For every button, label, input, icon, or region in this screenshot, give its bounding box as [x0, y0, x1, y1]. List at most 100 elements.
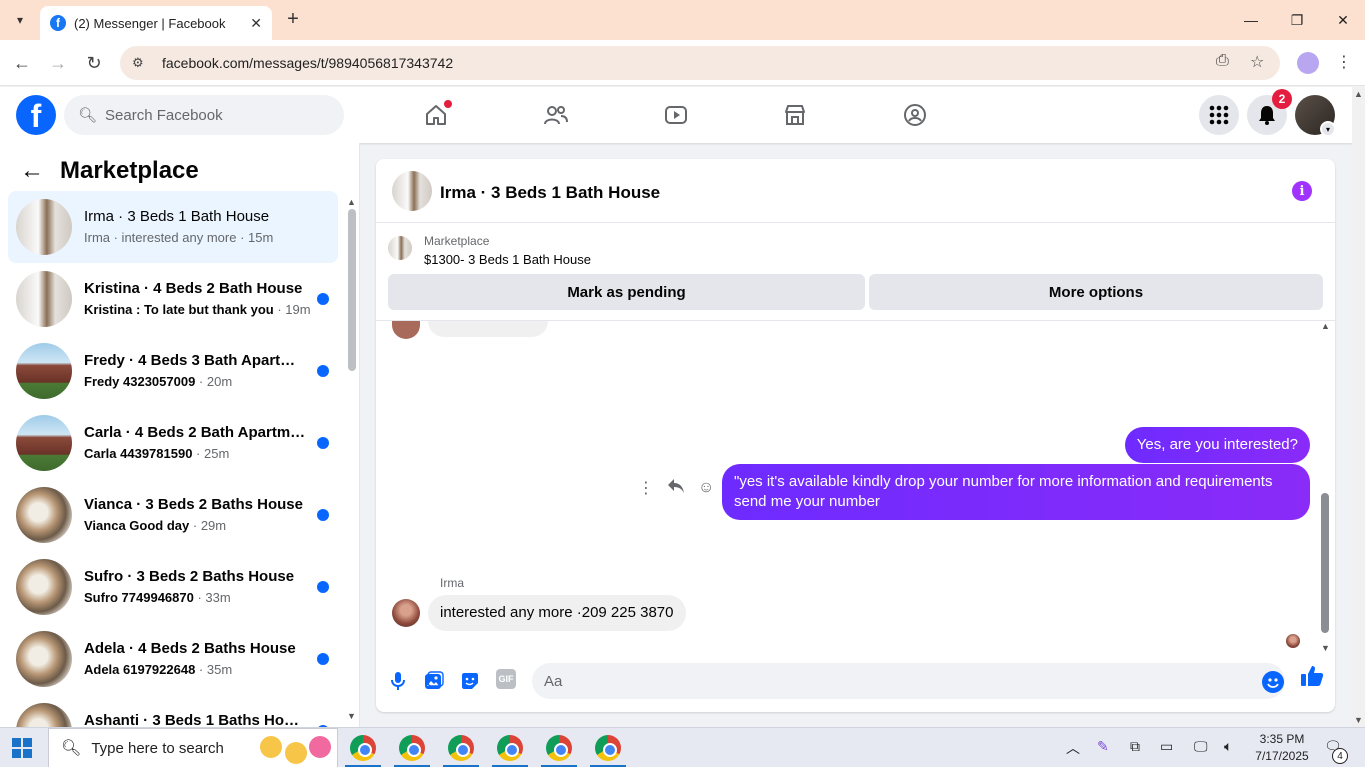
marketplace-sidebar: ← Marketplace Irma · 3 Beds 1 Bath House…	[0, 143, 360, 727]
site-info-icon[interactable]: ⚙	[132, 55, 150, 71]
unread-dot	[317, 653, 329, 665]
chat-title[interactable]: Irma · 3 Beds 1 Bath House	[440, 183, 660, 203]
microphone-icon[interactable]	[386, 669, 410, 693]
scrollbar-thumb[interactable]	[348, 209, 356, 371]
taskbar-clock[interactable]: 3:35 PM 7/17/2025	[1250, 731, 1314, 765]
browser-tab[interactable]: f (2) Messenger | Facebook ✕	[40, 6, 272, 40]
listing-thumbnail[interactable]	[388, 236, 412, 260]
chevron-down-icon[interactable]: ▾	[1320, 121, 1336, 137]
chrome-app-icon[interactable]	[448, 735, 474, 761]
browser-menu-icon[interactable]: ⋮	[1336, 52, 1352, 72]
scroll-up-arrow-icon[interactable]: ▲	[1354, 89, 1363, 99]
bookmark-star-icon[interactable]: ☆	[1250, 52, 1264, 72]
sidebar-scrollbar[interactable]: ▲ ▼	[346, 197, 356, 721]
meet-now-icon[interactable]: ⧉	[1130, 738, 1140, 755]
emoji-face-icon[interactable]	[309, 736, 331, 758]
scroll-down-arrow-icon[interactable]: ▼	[347, 711, 356, 721]
message-input[interactable]	[532, 663, 1285, 699]
restore-button[interactable]: ❐	[1274, 0, 1320, 40]
scrollbar-thumb[interactable]	[1321, 493, 1329, 633]
conversation-item[interactable]: Irma · 3 Beds 1 Bath House Irma · interes…	[8, 191, 338, 263]
forward-arrow-icon[interactable]: →	[46, 51, 70, 75]
mark-as-pending-button[interactable]: Mark as pending	[388, 274, 865, 310]
marketplace-icon[interactable]	[781, 101, 809, 129]
listing-title[interactable]: $1300- 3 Beds 1 Bath House	[424, 252, 591, 267]
reply-icon[interactable]	[668, 478, 684, 498]
conversation-preview-line: Adela 6197922648 · 35m	[84, 662, 314, 677]
facebook-logo-icon[interactable]: f	[16, 95, 56, 135]
chat-listing-avatar[interactable]	[392, 171, 432, 211]
volume-icon[interactable]: 🔈︎	[1224, 738, 1232, 755]
friends-icon[interactable]	[542, 101, 570, 129]
chrome-app-icon[interactable]	[546, 735, 572, 761]
menu-grid-button[interactable]	[1199, 95, 1239, 135]
conversation-item[interactable]: Carla · 4 Beds 2 Bath Apartme... Carla 44…	[8, 407, 338, 479]
scroll-up-arrow-icon[interactable]: ▲	[347, 197, 356, 207]
network-icon[interactable]: 🖵︎	[1194, 738, 1208, 755]
more-options-button[interactable]: More options	[869, 274, 1323, 310]
windows-start-icon[interactable]	[12, 738, 32, 758]
groups-icon[interactable]	[901, 101, 929, 129]
separator-dot: ·	[273, 302, 286, 317]
browser-tab-strip: ▾ f (2) Messenger | Facebook ✕ + — ❐ ✕	[0, 0, 1365, 40]
conversation-name: Adela · 4 Beds 2 Baths House	[84, 640, 296, 657]
new-tab-button[interactable]: +	[282, 8, 304, 30]
photo-icon[interactable]	[422, 669, 446, 693]
reload-icon[interactable]: ↻	[82, 51, 106, 75]
info-icon[interactable]: i	[1292, 181, 1312, 201]
conversation-time: 20m	[206, 374, 233, 389]
back-arrow-icon[interactable]: ←	[20, 157, 44, 185]
tab-close-icon[interactable]: ✕	[250, 15, 262, 32]
conversation-item[interactable]: Sufro · 3 Beds 2 Baths House Sufro 774994…	[8, 551, 338, 623]
emoji-icon[interactable]	[1262, 671, 1284, 693]
chevron-up-icon[interactable]: ︿	[1066, 738, 1080, 758]
outgoing-message[interactable]: "yes it's available kindly drop your num…	[722, 464, 1310, 520]
sender-avatar[interactable]	[392, 599, 420, 627]
chrome-app-icon[interactable]	[350, 735, 376, 761]
conversation-preview: Fredy 4323057009	[84, 374, 196, 389]
chat-header: Irma · 3 Beds 1 Bath House i	[376, 159, 1335, 223]
facebook-favicon-icon: f	[50, 15, 66, 31]
more-icon[interactable]: ⋮	[638, 478, 654, 498]
home-notification-dot	[444, 100, 452, 108]
back-arrow-icon[interactable]: ←	[10, 51, 34, 75]
incoming-message[interactable]: interested any more ·209 225 3870	[428, 595, 686, 631]
conversation-item[interactable]: Fredy · 4 Beds 3 Bath Apartme... Fredy 43…	[8, 335, 338, 407]
emoji-face-icon[interactable]	[285, 742, 307, 764]
page-scrollbar[interactable]: ▲ ▼	[1352, 87, 1365, 727]
close-window-button[interactable]: ✕	[1320, 0, 1365, 40]
chrome-app-icon[interactable]	[399, 735, 425, 761]
conversation-item[interactable]: Kristina · 4 Beds 2 Bath House Kristina :…	[8, 263, 338, 335]
scroll-down-arrow-icon[interactable]: ▼	[1354, 715, 1363, 725]
scroll-down-arrow-icon[interactable]: ▼	[1321, 643, 1330, 653]
install-app-icon[interactable]: ⎙	[1216, 52, 1229, 70]
battery-icon[interactable]: ▭	[1160, 738, 1173, 755]
outgoing-message[interactable]: Yes, are you interested?	[1124, 427, 1310, 463]
minimize-button[interactable]: —	[1228, 0, 1274, 40]
pen-icon[interactable]: ✎	[1097, 738, 1109, 755]
search-icon: 🔍︎	[78, 107, 98, 124]
chat-scrollbar[interactable]: ▲ ▼	[1320, 321, 1330, 653]
address-bar[interactable]: ⚙ facebook.com/messages/t/98940568173437…	[120, 46, 1280, 80]
conversation-thumbnail	[16, 271, 72, 327]
chrome-app-icon[interactable]	[497, 735, 523, 761]
browser-profile-avatar[interactable]	[1297, 52, 1319, 74]
grid-icon	[1209, 105, 1229, 125]
emoji-face-icon[interactable]	[260, 736, 282, 758]
browser-toolbar: ← → ↻ ⚙ facebook.com/messages/t/98940568…	[0, 40, 1365, 86]
gif-icon[interactable]: GIF	[496, 669, 516, 689]
unread-dot	[317, 365, 329, 377]
conversation-item[interactable]: Ashanti · 3 Beds 1 Baths House	[8, 695, 338, 727]
conversation-item[interactable]: Adela · 4 Beds 2 Baths House Adela 619792…	[8, 623, 338, 695]
video-icon[interactable]	[662, 101, 690, 129]
scroll-up-arrow-icon[interactable]: ▲	[1321, 321, 1330, 331]
react-smiley-icon[interactable]: ☺	[698, 479, 714, 497]
conversation-item[interactable]: Vianca · 3 Beds 2 Baths House Vianca Good…	[8, 479, 338, 551]
unread-dot	[317, 509, 329, 521]
listing-source: Marketplace	[424, 234, 490, 248]
thumbs-up-icon[interactable]	[1300, 665, 1324, 693]
sticker-icon[interactable]	[458, 669, 482, 693]
chrome-app-icon[interactable]	[595, 735, 621, 761]
tab-search-chevron-icon[interactable]: ▾	[8, 8, 32, 32]
facebook-search-input[interactable]: 🔍︎ Search Facebook	[64, 95, 344, 135]
